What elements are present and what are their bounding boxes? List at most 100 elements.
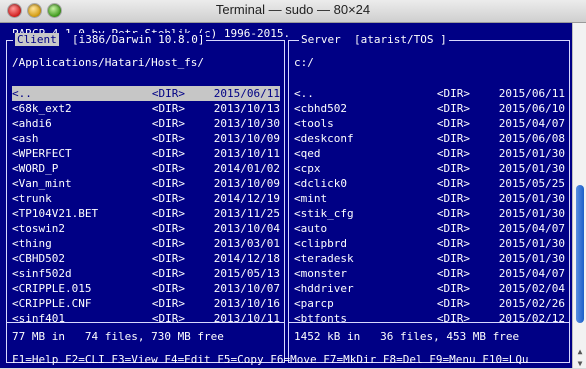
terminal-screen[interactable]: PARCP 4.1.0 by Petr Stehlik (c) 1996-201… — [0, 23, 572, 368]
file-date: 2015/06/10 — [498, 102, 565, 115]
file-type: <DIR> — [436, 282, 470, 295]
file-list-row[interactable]: <deskconf <DIR> 2015/06/08 — [294, 131, 565, 146]
file-list-row[interactable]: <ahdi6 <DIR> 2013/10/30 — [12, 116, 280, 131]
file-list-row[interactable]: <parcp <DIR> 2015/02/26 — [294, 296, 565, 311]
window-titlebar: Terminal — sudo — 80×24 — [0, 0, 586, 23]
terminal-scrollbar[interactable]: ▲ ▼ — [572, 23, 586, 368]
server-system: [atarist/TOS ] — [354, 33, 447, 46]
client-panel-title: Client [i386/Darwin 10.8.0] — [13, 33, 207, 47]
file-type: <DIR> — [151, 207, 185, 220]
file-type: <DIR> — [436, 87, 470, 100]
file-list-row[interactable]: <hddriver <DIR> 2015/02/04 — [294, 281, 565, 296]
file-type: <DIR> — [436, 162, 470, 175]
file-list-row[interactable]: <WPERFECT <DIR> 2013/10/11 — [12, 146, 280, 161]
file-list-row[interactable]: <CBHD502 <DIR> 2014/12/18 — [12, 251, 280, 266]
file-name: <CRIPPLE.015 — [12, 282, 92, 295]
server-file-list[interactable]: <.. <DIR> 2015/06/11 <cbhd502 <DIR> 2015/06/1… — [294, 86, 565, 326]
file-type: <DIR> — [151, 132, 185, 145]
file-type: <DIR> — [436, 312, 470, 325]
file-list-row[interactable]: <sinf502d <DIR> 2015/05/13 — [12, 266, 280, 281]
file-date: 2015/04/07 — [498, 117, 565, 130]
file-date: 2013/10/11 — [213, 147, 280, 160]
file-list-row[interactable]: <Van_mint <DIR> 2013/10/09 — [12, 176, 280, 191]
file-date: 2015/01/30 — [498, 252, 565, 265]
file-type: <DIR> — [436, 132, 470, 145]
file-type: <DIR> — [151, 147, 185, 160]
client-status: 77 MB in 74 files, 730 MB free — [12, 330, 224, 343]
file-type: <DIR> — [436, 117, 470, 130]
file-list-row[interactable]: <.. <DIR> 2015/06/11 — [294, 86, 565, 101]
file-type: <DIR> — [151, 222, 185, 235]
file-date: 2015/02/04 — [498, 282, 565, 295]
file-name: <sinf502d — [12, 267, 72, 280]
file-list-row[interactable]: <teradesk <DIR> 2015/01/30 — [294, 251, 565, 266]
file-name: <auto — [294, 222, 328, 235]
client-panel[interactable]: Client [i386/Darwin 10.8.0] /Application… — [6, 33, 285, 363]
window-title: Terminal — sudo — 80×24 — [215, 2, 371, 17]
file-list-row[interactable]: <monster <DIR> 2015/04/07 — [294, 266, 565, 281]
file-name: <teradesk — [294, 252, 354, 265]
client-system: [i386/Darwin 10.8.0] — [72, 33, 205, 46]
file-date: 2015/06/08 — [498, 132, 565, 145]
file-name: <dclick0 — [294, 177, 347, 190]
file-name: <btfonts — [294, 312, 347, 325]
file-date: 2015/01/30 — [498, 162, 565, 175]
scrollbar-thumb[interactable] — [576, 185, 584, 323]
file-list-row[interactable]: <thing <DIR> 2013/03/01 — [12, 236, 280, 251]
file-date: 2013/10/07 — [213, 282, 280, 295]
file-list-row[interactable]: <dclick0 <DIR> 2015/05/25 — [294, 176, 565, 191]
file-name: <.. — [12, 87, 32, 100]
file-name: <trunk — [12, 192, 52, 205]
file-date: 2013/10/09 — [213, 177, 280, 190]
file-date: 2013/10/13 — [213, 102, 280, 115]
file-list-row[interactable]: <ash <DIR> 2013/10/09 — [12, 131, 280, 146]
file-type: <DIR> — [151, 312, 185, 325]
file-list-row[interactable]: <auto <DIR> 2015/04/07 — [294, 221, 565, 236]
file-list-row[interactable]: <qed <DIR> 2015/01/30 — [294, 146, 565, 161]
client-file-list[interactable]: <.. <DIR> 2015/06/11 <68k_ext2 <DIR> 2013/10/… — [12, 86, 280, 326]
file-date: 2015/01/30 — [498, 192, 565, 205]
file-name: <ahdi6 — [12, 117, 52, 130]
file-date: 2013/10/16 — [213, 297, 280, 310]
file-name: <WORD_P — [12, 162, 59, 175]
file-type: <DIR> — [436, 207, 470, 220]
client-divider — [7, 322, 284, 323]
file-list-row[interactable]: <clipbrd <DIR> 2015/01/30 — [294, 236, 565, 251]
file-name: <stik_cfg — [294, 207, 354, 220]
file-date: 2014/12/18 — [213, 252, 280, 265]
file-list-row[interactable]: <WORD_P <DIR> 2014/01/02 — [12, 161, 280, 176]
file-type: <DIR> — [151, 117, 185, 130]
file-list-row[interactable]: <TP104V21.BET <DIR> 2013/11/25 — [12, 206, 280, 221]
file-list-row[interactable]: <btfonts <DIR> 2015/02/12 — [294, 311, 565, 326]
file-list-row[interactable]: <sinf401 <DIR> 2013/10/11 — [12, 311, 280, 326]
file-date: 2015/05/25 — [498, 177, 565, 190]
file-name: <qed — [294, 147, 321, 160]
file-type: <DIR> — [436, 147, 470, 160]
file-type: <DIR> — [436, 297, 470, 310]
file-list-row[interactable]: <.. <DIR> 2015/06/11 — [12, 86, 280, 101]
file-list-row[interactable]: <68k_ext2 <DIR> 2013/10/13 — [12, 101, 280, 116]
file-name: <toswin2 — [12, 222, 65, 235]
file-list-row[interactable]: <cpx <DIR> 2015/01/30 — [294, 161, 565, 176]
file-list-row[interactable]: <stik_cfg <DIR> 2015/01/30 — [294, 206, 565, 221]
server-panel[interactable]: Server [atarist/TOS ] c:/ <.. <DIR> 2015/0… — [288, 33, 570, 363]
file-list-row[interactable]: <tools <DIR> 2015/04/07 — [294, 116, 565, 131]
file-type: <DIR> — [436, 237, 470, 250]
file-type: <DIR> — [436, 177, 470, 190]
file-list-row[interactable]: <CRIPPLE.CNF <DIR> 2013/10/16 — [12, 296, 280, 311]
file-name: <cbhd502 — [294, 102, 347, 115]
file-type: <DIR> — [151, 162, 185, 175]
file-list-row[interactable]: <CRIPPLE.015 <DIR> 2013/10/07 — [12, 281, 280, 296]
file-name: <tools — [294, 117, 334, 130]
client-path: /Applications/Hatari/Host_fs/ — [12, 56, 205, 69]
file-date: 2013/03/01 — [213, 237, 280, 250]
file-list-row[interactable]: <cbhd502 <DIR> 2015/06/10 — [294, 101, 565, 116]
scroll-up-arrow-icon[interactable]: ▲ — [575, 347, 585, 357]
server-divider — [289, 322, 569, 323]
server-status: 1452 kB in 36 files, 453 MB free — [294, 330, 520, 343]
file-list-row[interactable]: <mint <DIR> 2015/01/30 — [294, 191, 565, 206]
file-list-row[interactable]: <trunk <DIR> 2014/12/19 — [12, 191, 280, 206]
file-date: 2015/05/13 — [213, 267, 280, 280]
file-name: <.. — [294, 87, 314, 100]
file-list-row[interactable]: <toswin2 <DIR> 2013/10/04 — [12, 221, 280, 236]
